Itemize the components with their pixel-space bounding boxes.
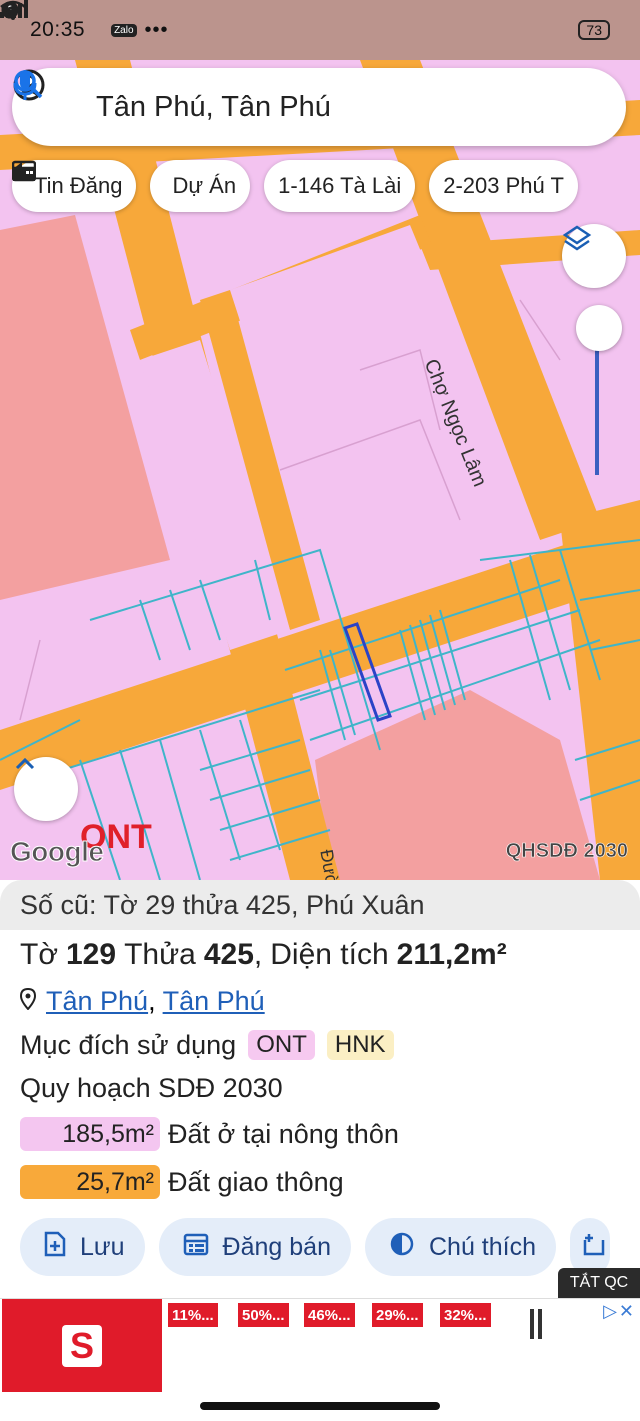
location-separator: , [148, 985, 156, 1016]
app-screen: Chợ Ngọc Lâm Đườ ONT Google QHSDĐ 2030 2… [0, 0, 640, 1421]
navigation-bar [0, 1392, 640, 1421]
add-note-icon [44, 1231, 66, 1264]
expand-button[interactable] [14, 757, 78, 821]
filter-chips: Tin Đăng Dự Án 1-146 Tà Lài 2-203 Phú T [12, 160, 640, 212]
location-link-ward[interactable]: Tân Phú [46, 986, 148, 1016]
layers-button[interactable] [562, 224, 626, 288]
legend-label: Chú thích [428, 1232, 536, 1261]
plan-area-row: 185,5m² Đất ở tại nông thôn [0, 1110, 640, 1158]
chip-projects[interactable]: Dự Án [13, 160, 251, 212]
land-use-purpose: Mục đích sử dụng ONT HNK [0, 1020, 640, 1066]
system-icons: 73 [0, 0, 610, 40]
home-indicator[interactable] [200, 1402, 440, 1410]
purpose-tag-hnk[interactable]: HNK [326, 1030, 394, 1060]
sheet-number: 129 [66, 938, 117, 971]
parcel-number: 425 [203, 938, 254, 971]
legend-button[interactable]: Chú thích [364, 1218, 556, 1276]
ad-banner[interactable]: S 11%... 50%... 46%... 29%... 32%... ▷ ✕ [0, 1298, 640, 1393]
sheet-label: Tờ [20, 938, 58, 971]
calendar-icon [183, 1232, 209, 1263]
opacity-slider-track[interactable] [595, 345, 599, 475]
battery-icon: 73 [578, 20, 610, 40]
chip-label: Dự Án [172, 173, 237, 198]
location-pin-icon [19, 986, 37, 1017]
status-bar: 20:35 f Zalo ••• [0, 0, 640, 60]
plan-area-row: 25,7m² Đất giao thông [0, 1158, 640, 1206]
parcel-label: Thửa [124, 938, 196, 971]
ad-deal[interactable]: 46%... [304, 1303, 355, 1327]
chip-label: Tin Đăng [34, 173, 123, 198]
purpose-tag-ont[interactable]: ONT [248, 1030, 315, 1060]
location-line: Tân Phú, Tân Phú [0, 978, 640, 1020]
chip-label: 2-203 Phú T [443, 173, 564, 198]
ad-logo-icon: S [62, 1325, 102, 1367]
ad-deal[interactable]: 11%... [168, 1303, 218, 1327]
map-layer-label: QHSDĐ 2030 [505, 840, 628, 863]
post-sale-label: Đăng bán [222, 1232, 331, 1261]
save-label: Lưu [80, 1232, 125, 1261]
contrast-icon [389, 1231, 415, 1264]
plan-area-label: Đất ở tại nông thôn [168, 1118, 399, 1149]
plan-area-label: Đất giao thông [168, 1166, 344, 1197]
zalo-icon: Zalo [111, 23, 137, 37]
microphone-icon[interactable] [13, 70, 604, 125]
post-sale-button[interactable]: Đăng bán [158, 1218, 351, 1276]
notification-icons: f Zalo ••• [1, 1, 169, 42]
status-time: 20:35 [30, 18, 86, 41]
ad-controls: ▷ ✕ [603, 1301, 634, 1322]
chip-parcel-2[interactable]: 2-203 Phú T [429, 160, 578, 212]
opacity-slider-handle[interactable] [576, 305, 622, 351]
plan-area-value: 25,7m² [20, 1165, 160, 1199]
plan-area-value: 185,5m² [20, 1117, 160, 1151]
location-link-district[interactable]: Tân Phú [163, 986, 265, 1016]
more-dots-icon: ••• [144, 18, 169, 41]
purpose-label: Mục đích sử dụng [20, 1029, 237, 1060]
chip-parcel-1[interactable]: 1-146 Tà Lài [264, 160, 416, 212]
google-logo: Google [9, 836, 104, 868]
ad-deal[interactable]: 50%... [238, 1303, 289, 1327]
action-buttons: Lưu Đăng bán Chú thích [20, 1218, 640, 1276]
turn-off-ads-button[interactable]: TẮT QC [558, 1268, 640, 1298]
parcel-summary: Tờ 129 Thửa 425, Diện tích 211,2m² [20, 938, 507, 971]
area-label: Diện tích [270, 938, 389, 971]
chip-label: 1-146 Tà Lài [278, 173, 402, 198]
parcel-info-panel: Số cũ: Tờ 29 thửa 425, Phú Xuân Tờ 129 T… [0, 880, 640, 1298]
ad-product-icon [526, 1309, 546, 1344]
ad-info-icon[interactable]: ▷ [603, 1301, 617, 1322]
add-photo-icon [582, 1232, 606, 1263]
save-button[interactable]: Lưu [20, 1218, 145, 1276]
search-input[interactable]: Tân Phú, Tân Phú [96, 91, 514, 124]
ad-logo[interactable]: S [2, 1299, 162, 1393]
search-icon[interactable] [14, 70, 550, 125]
ad-close-icon[interactable]: ✕ [619, 1301, 634, 1322]
search-bar[interactable]: Tân Phú, Tân Phú [12, 68, 626, 146]
area-value: 211,2m² [396, 938, 507, 971]
plan-label: Quy hoạch SDĐ 2030 [20, 1072, 283, 1103]
ad-deal[interactable]: 29%... [372, 1303, 423, 1327]
ad-deal[interactable]: 32%... [440, 1303, 491, 1327]
map-view[interactable]: Chợ Ngọc Lâm Đườ ONT Google QHSDĐ 2030 2… [0, 0, 640, 880]
old-parcel-info: Số cũ: Tờ 29 thửa 425, Phú Xuân [0, 880, 640, 930]
